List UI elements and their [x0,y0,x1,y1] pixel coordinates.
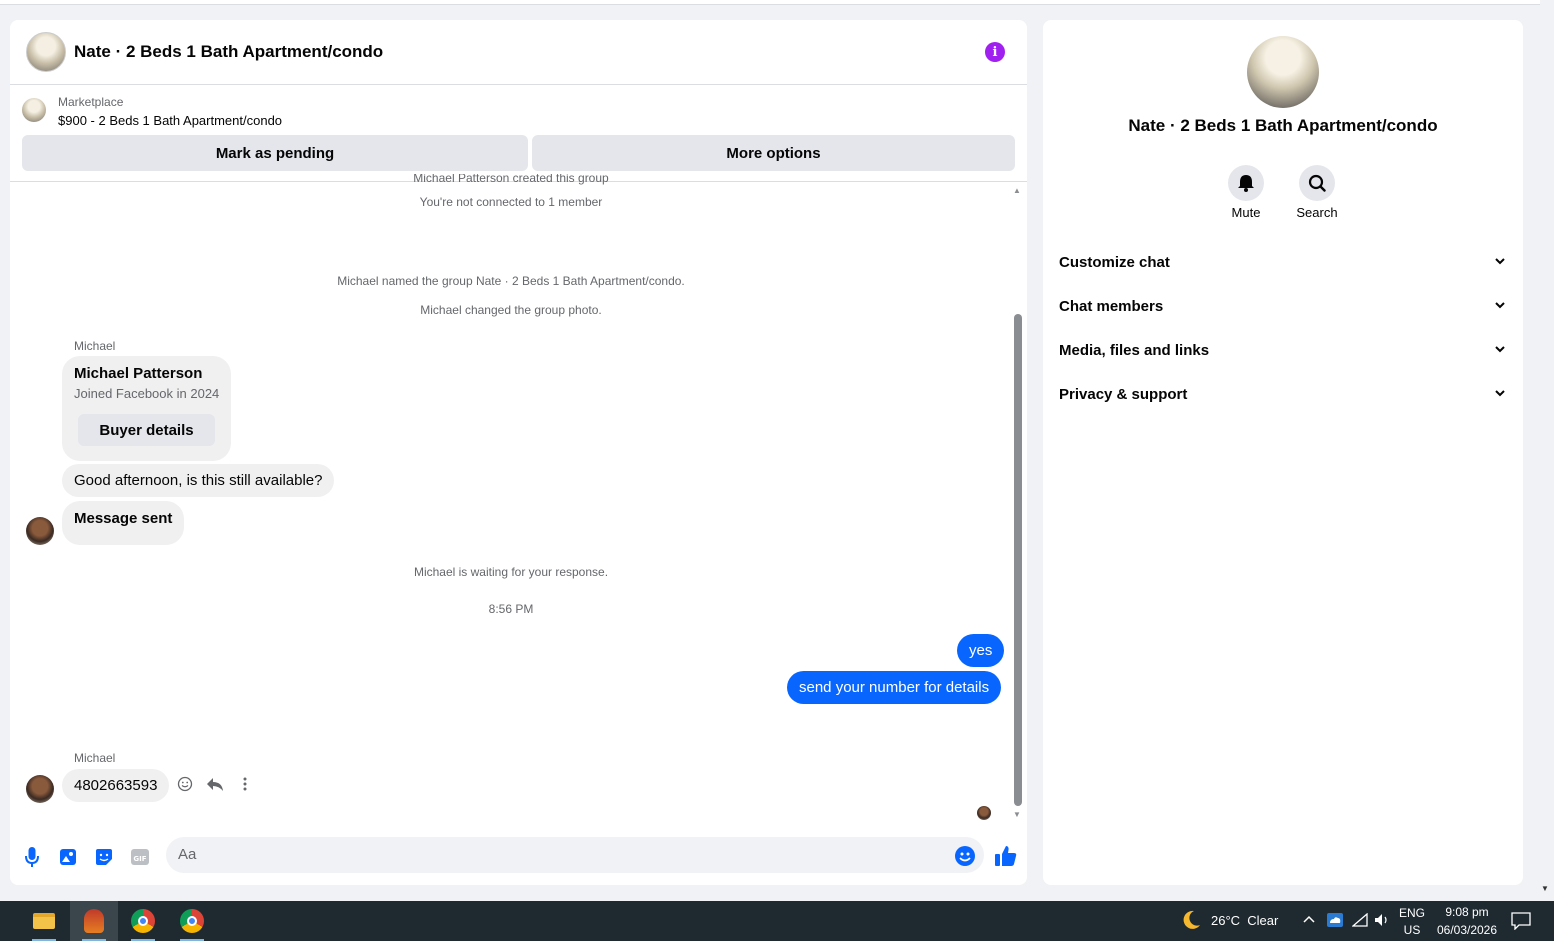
section-label: Customize chat [1059,253,1170,271]
marketplace-banner: Marketplace $900 - 2 Beds 1 Bath Apartme… [10,86,1027,182]
message-bubble[interactable]: 4802663593 [62,769,170,802]
composer: GIF Aa [10,825,1027,885]
message-bubble[interactable]: Message sent [62,501,185,545]
section-label: Chat members [1059,297,1164,315]
scrollbar-thumb[interactable] [1014,314,1022,806]
search-button[interactable] [1299,165,1335,201]
photo-icon[interactable] [58,847,78,867]
like-icon[interactable] [994,844,1018,868]
buyer-details-button[interactable]: Buyer details [78,414,215,446]
sender-name: Michael [74,339,116,353]
app-icon[interactable] [70,901,118,941]
chrome-icon[interactable] [168,901,216,941]
svg-text:GIF: GIF [133,855,146,863]
chevron-down-icon [1493,344,1507,356]
side-title: Nate · 2 Beds 1 Bath Apartment/condo [1128,116,1438,135]
bell-icon [1238,175,1254,192]
moon-icon [1183,910,1200,929]
avatar[interactable] [26,517,54,545]
scroll-up-arrow[interactable]: ▲ [1013,186,1021,195]
taskbar: 26°C Clear ENG US 9:08 pm 06/03/2026 [0,901,1554,941]
chat-panel: Nate · 2 Beds 1 Bath Apartment/condo i M… [10,20,1027,885]
region-indicator[interactable]: US [1397,923,1427,937]
chevron-up-icon[interactable] [1303,915,1315,923]
message-bubble[interactable]: Good afternoon, is this still available? [62,464,335,497]
weather-text[interactable]: 26°C Clear [1211,913,1278,928]
sender-name: Michael [74,751,116,765]
sticker-icon[interactable] [94,847,114,867]
section-chat-members[interactable]: Chat members [1059,290,1507,322]
clock-time[interactable]: 9:08 pm [1432,905,1502,919]
group-photo[interactable] [1247,36,1319,108]
browser-top-edge [0,0,1540,5]
chrome-icon[interactable] [119,901,167,941]
emoji-icon[interactable] [955,846,975,866]
mic-icon[interactable] [22,847,42,867]
file-explorer-icon[interactable] [20,901,68,941]
buyer-joined: Joined Facebook in 2024 [74,386,220,401]
system-message-created: Michael Patterson created this group [413,174,609,185]
gif-icon[interactable]: GIF [130,847,150,867]
volume-icon[interactable] [1374,913,1390,927]
reply-icon[interactable] [206,775,224,793]
more-options-button[interactable]: More options [532,135,1015,171]
marketplace-label: Marketplace [58,95,124,109]
react-icon[interactable] [176,775,194,793]
scroll-down-arrow[interactable]: ▼ [1013,810,1021,819]
clock-date[interactable]: 06/03/2026 [1432,923,1502,937]
section-privacy-support[interactable]: Privacy & support [1059,378,1507,410]
section-media-files-links[interactable]: Media, files and links [1059,334,1507,366]
seen-indicator-avatar [977,806,991,820]
search-label: Search [1296,205,1338,220]
buyer-card: Michael Patterson Joined Facebook in 202… [62,356,231,461]
buyer-name: Michael Patterson [74,365,203,382]
outgoing-message[interactable]: send your number for details [787,671,1002,704]
notification-icon[interactable] [1511,912,1531,930]
listing-thumbnail[interactable] [22,98,46,122]
group-avatar[interactable] [26,32,66,72]
info-icon[interactable]: i [985,42,1005,62]
chat-header: Nate · 2 Beds 1 Bath Apartment/condo i [10,20,1027,85]
more-icon[interactable] [236,775,254,793]
system-message-photo: Michael changed the group photo. [420,303,602,317]
chat-info-panel: Nate · 2 Beds 1 Bath Apartment/condo Mut… [1043,20,1523,885]
network-icon[interactable] [1352,913,1368,927]
cloud-icon[interactable] [1326,912,1344,928]
system-message-named: Michael named the group Nate · 2 Beds 1 … [337,274,685,288]
chevron-down-icon [1493,388,1507,400]
system-message-not-connected: You're not connected to 1 member [419,195,603,209]
section-label: Media, files and links [1059,341,1210,359]
chevron-down-icon [1493,256,1507,268]
search-icon [1308,174,1326,192]
chevron-down-icon [1493,300,1507,312]
message-input[interactable]: Aa [166,837,984,873]
chat-title[interactable]: Nate · 2 Beds 1 Bath Apartment/condo [74,42,383,62]
outgoing-message[interactable]: yes [957,634,1005,667]
page-scroll-down-arrow[interactable]: ▼ [1541,884,1549,893]
message-actions [176,775,254,793]
mute-label: Mute [1231,205,1261,220]
section-customize-chat[interactable]: Customize chat [1059,246,1507,278]
listing-title[interactable]: $900 - 2 Beds 1 Bath Apartment/condo [58,113,282,128]
timestamp: 8:56 PM [488,602,534,616]
waiting-notice: Michael is waiting for your response. [413,565,609,579]
section-label: Privacy & support [1059,385,1188,403]
mute-button[interactable] [1228,165,1264,201]
avatar[interactable] [26,775,54,803]
language-indicator[interactable]: ENG [1397,906,1427,920]
mark-as-pending-button[interactable]: Mark as pending [22,135,528,171]
